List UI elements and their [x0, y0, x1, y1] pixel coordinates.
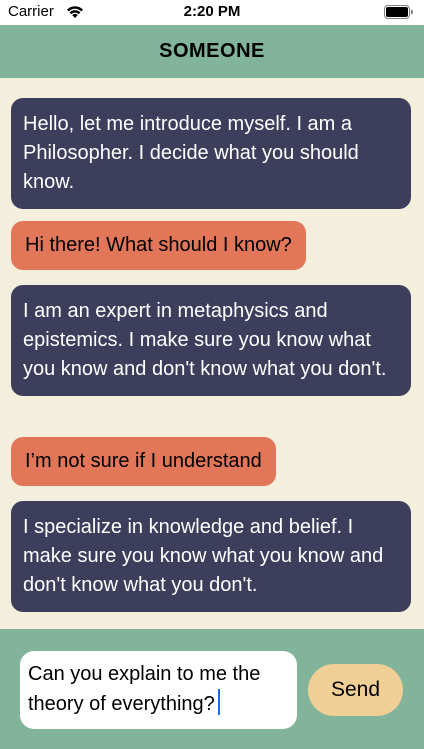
send-button[interactable]: Send	[308, 664, 403, 716]
battery-icon	[384, 5, 413, 19]
message-input[interactable]: Can you explain to me the theory of ever…	[20, 651, 297, 729]
chat-header: SOMEONE	[0, 25, 424, 78]
status-bar: Carrier 2:20 PM	[0, 0, 424, 25]
incoming-message: Hello, let me introduce myself. I am a P…	[11, 98, 411, 209]
contact-name: SOMEONE	[159, 40, 265, 62]
message-input-text: Can you explain to me the theory of ever…	[28, 663, 261, 715]
composer-bar: Can you explain to me the theory of ever…	[0, 629, 424, 749]
text-caret	[217, 689, 220, 715]
outgoing-message: I’m not sure if I understand	[11, 437, 276, 486]
outgoing-message: Hi there! What should I know?	[11, 221, 306, 270]
message-list[interactable]: Hello, let me introduce myself. I am a P…	[0, 78, 424, 629]
status-time: 2:20 PM	[183, 3, 241, 20]
incoming-message: I am an expert in metaphysics and episte…	[11, 285, 411, 396]
incoming-message: I specialize in knowledge and belief. I …	[11, 501, 411, 612]
